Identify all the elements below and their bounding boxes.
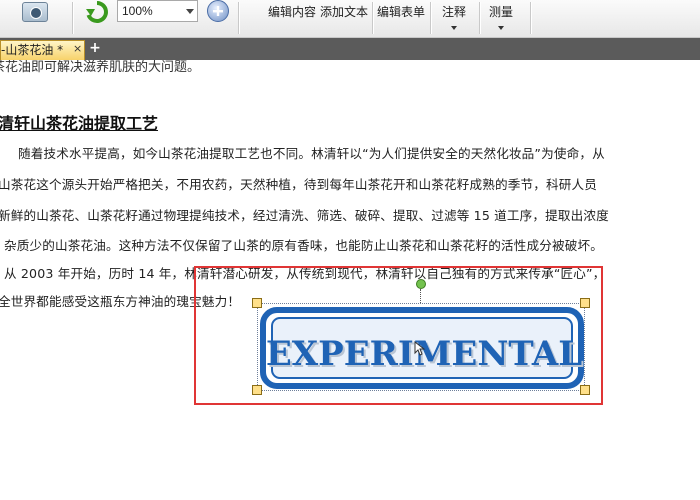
toolbar-separator [238, 2, 239, 34]
document-tab-strip: -山茶花油 * × + [0, 38, 700, 60]
close-tab-icon[interactable]: × [73, 41, 82, 57]
rotation-stem [420, 289, 421, 303]
snapshot-camera-icon[interactable] [22, 2, 48, 22]
paragraph-line: 杂质少的山茶花油。这种方法不仅保留了山茶的原有香味，也能防止山茶花和山茶花籽的活… [4, 238, 603, 253]
measure-dropdown-icon[interactable] [498, 26, 504, 30]
comment-dropdown-icon[interactable] [451, 26, 457, 30]
tab-title: -山茶花油 * [1, 43, 64, 57]
paragraph-line: 随着技术水平提高，如今山茶花油提取工艺也不同。林清轩以“为人们提供安全的天然化妆… [18, 146, 605, 161]
toolbar-separator [479, 2, 480, 34]
resize-handle-bottom-right[interactable] [580, 385, 590, 395]
paragraph-line: 山茶花这个源头开始严格把关，不用农药，天然种植，待到每年山茶花开和山茶花籽成熟的… [0, 177, 597, 192]
rotate-view-icon[interactable] [84, 0, 110, 24]
edit-content-button[interactable]: 编辑内容 [268, 3, 316, 20]
zoom-level-select[interactable]: 100% [117, 0, 198, 22]
resize-handle-top-left[interactable] [252, 298, 262, 308]
paragraph-line: 新鲜的山茶花、山茶花籽通过物理提纯技术，经过清洗、筛选、破碎、提取、过滤等 15… [0, 208, 609, 223]
rotate-handle[interactable] [416, 279, 426, 289]
chevron-down-icon [186, 9, 194, 14]
toolbar: 100% 编辑内容 添加文本 编辑表单 注释 测量 [0, 0, 700, 38]
resize-handle-top-right[interactable] [580, 298, 590, 308]
comment-menu-button[interactable]: 注释 [442, 3, 466, 20]
resize-handle-bottom-left[interactable] [252, 385, 262, 395]
toolbar-separator [530, 2, 531, 34]
measure-menu-button[interactable]: 测量 [489, 3, 513, 20]
zoom-in-icon[interactable] [207, 0, 229, 22]
new-tab-icon[interactable]: + [88, 41, 102, 56]
tab-active-document[interactable]: -山茶花油 * × [0, 40, 85, 60]
add-text-button[interactable]: 添加文本 [320, 3, 368, 20]
paragraph-line: 茶花油即可解决滋养肌肤的大问题。 [0, 60, 201, 75]
zoom-level-value: 100% [122, 4, 153, 18]
toolbar-separator [430, 2, 431, 34]
toolbar-separator [372, 2, 373, 34]
move-cursor-icon [414, 340, 426, 356]
section-heading: 清轩山茶花油提取工艺 [0, 114, 159, 133]
edit-form-button[interactable]: 编辑表单 [377, 3, 425, 20]
toolbar-separator [72, 2, 73, 34]
